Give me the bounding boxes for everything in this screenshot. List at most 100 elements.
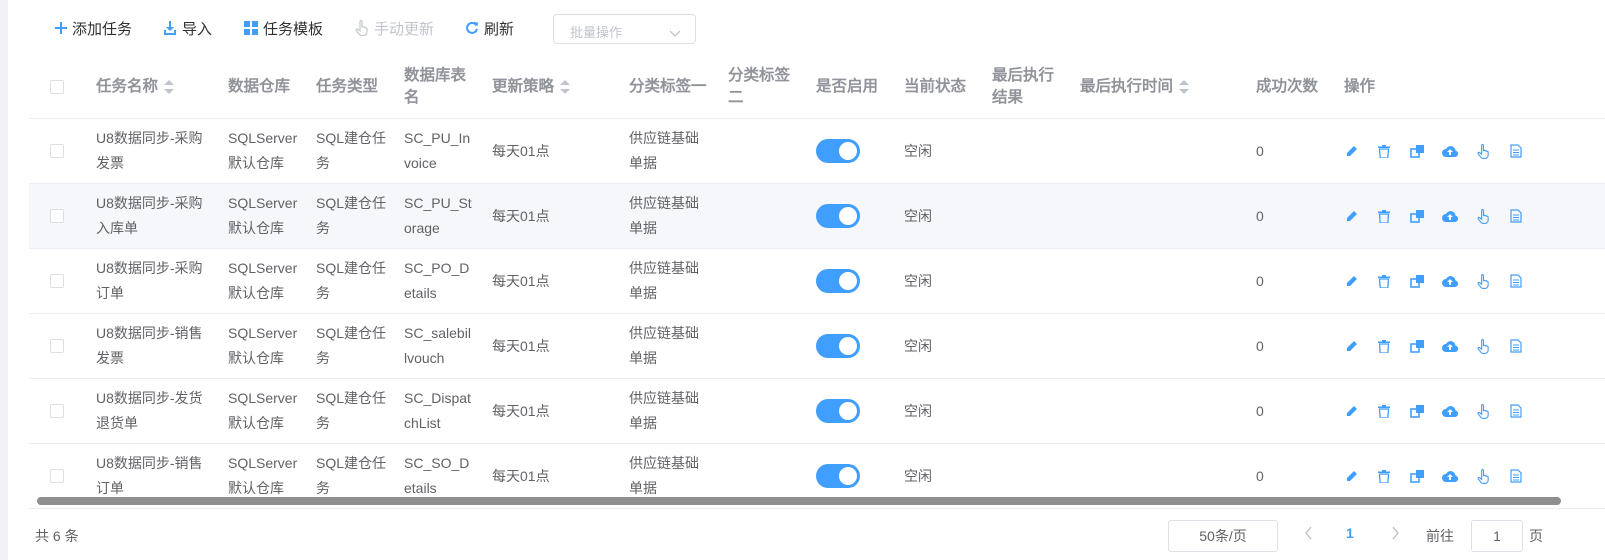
warehouse-line2: 默认仓库 xyxy=(228,480,284,496)
select-all-checkbox[interactable] xyxy=(50,80,64,94)
warehouse-line2: 默认仓库 xyxy=(228,220,284,236)
enabled-toggle[interactable] xyxy=(816,204,860,228)
edit-icon[interactable] xyxy=(1343,468,1359,484)
document-icon[interactable] xyxy=(1508,208,1524,224)
enabled-toggle[interactable] xyxy=(816,334,860,358)
row-checkbox[interactable] xyxy=(50,339,64,353)
col-db-table-label: 数据库表名 xyxy=(404,65,466,109)
enabled-cell xyxy=(816,119,860,183)
task-name-cell: U8数据同步-采购 入库单 xyxy=(96,184,203,248)
toggle-knob xyxy=(839,207,857,225)
scrollbar-thumb[interactable] xyxy=(37,497,1561,505)
delete-icon[interactable] xyxy=(1376,403,1392,419)
sort-icon[interactable] xyxy=(164,78,175,96)
sort-icon[interactable] xyxy=(560,78,571,96)
enabled-toggle[interactable] xyxy=(816,399,860,423)
prev-page-icon[interactable] xyxy=(1304,526,1313,545)
enabled-toggle[interactable] xyxy=(816,139,860,163)
task-template-button[interactable]: 任务模板 xyxy=(244,17,323,39)
db-table-cell: SC_PO_D etails xyxy=(404,249,469,313)
hand-pointer-icon[interactable] xyxy=(1475,403,1491,419)
warehouse-line2: 默认仓库 xyxy=(228,155,284,171)
success-count-cell: 0 xyxy=(1256,207,1264,224)
col-status: 当前状态 xyxy=(904,56,966,118)
edit-icon[interactable] xyxy=(1343,208,1359,224)
hand-pointer-icon[interactable] xyxy=(1475,273,1491,289)
enabled-toggle[interactable] xyxy=(816,269,860,293)
col-warehouse-label: 数据仓库 xyxy=(228,78,291,95)
col-strategy[interactable]: 更新策略 xyxy=(492,56,571,118)
current-page[interactable]: 1 xyxy=(1346,525,1354,541)
col-last-time[interactable]: 最后执行时间 xyxy=(1080,56,1190,118)
cloud-upload-icon[interactable] xyxy=(1442,208,1458,224)
edit-icon[interactable] xyxy=(1343,273,1359,289)
delete-icon[interactable] xyxy=(1376,338,1392,354)
copy-icon[interactable] xyxy=(1409,403,1425,419)
document-icon[interactable] xyxy=(1508,468,1524,484)
refresh-button[interactable]: 刷新 xyxy=(465,17,514,39)
success-count-cell: 0 xyxy=(1256,337,1264,354)
plus-icon xyxy=(55,22,67,34)
success-count-cell: 0 xyxy=(1256,272,1264,289)
copy-icon[interactable] xyxy=(1409,208,1425,224)
task-type-line1: SQL建仓任 xyxy=(316,390,387,406)
task-template-label: 任务模板 xyxy=(263,20,324,38)
row-checkbox[interactable] xyxy=(50,404,64,418)
cloud-upload-icon[interactable] xyxy=(1442,143,1458,159)
hand-pointer-icon[interactable] xyxy=(1475,208,1491,224)
cloud-upload-icon[interactable] xyxy=(1442,338,1458,354)
hand-pointer-icon[interactable] xyxy=(1475,143,1491,159)
ops-cell xyxy=(1343,249,1524,313)
cloud-upload-icon[interactable] xyxy=(1442,273,1458,289)
document-icon[interactable] xyxy=(1508,403,1524,419)
horizontal-scrollbar[interactable] xyxy=(37,497,1561,505)
manual-update-button[interactable]: 手动更新 xyxy=(355,17,434,39)
add-task-button[interactable]: 添加任务 xyxy=(55,17,132,39)
goto-page-input[interactable]: 1 xyxy=(1471,520,1523,552)
edit-icon[interactable] xyxy=(1343,403,1359,419)
db-table-line1: SC_PU_In xyxy=(404,130,471,146)
copy-icon[interactable] xyxy=(1409,273,1425,289)
col-last-result-line1: 最后执行 xyxy=(992,67,1055,84)
delete-icon[interactable] xyxy=(1376,273,1392,289)
batch-operation-select[interactable]: 批量操作 xyxy=(553,14,696,44)
strategy-cell: 每天01点 xyxy=(492,337,550,354)
next-page-icon[interactable] xyxy=(1391,526,1400,545)
status-cell: 空闲 xyxy=(904,272,932,289)
cloud-upload-icon[interactable] xyxy=(1442,403,1458,419)
cloud-upload-icon[interactable] xyxy=(1442,468,1458,484)
copy-icon[interactable] xyxy=(1409,468,1425,484)
hand-pointer-icon[interactable] xyxy=(1475,338,1491,354)
row-select-cell xyxy=(50,184,64,248)
db-table-line2: lvouch xyxy=(404,350,445,366)
row-checkbox[interactable] xyxy=(50,274,64,288)
edit-icon[interactable] xyxy=(1343,338,1359,354)
document-icon[interactable] xyxy=(1508,273,1524,289)
document-icon[interactable] xyxy=(1508,338,1524,354)
task-type-cell: SQL建仓任务 xyxy=(316,314,386,378)
row-checkbox[interactable] xyxy=(50,144,64,158)
edit-icon[interactable] xyxy=(1343,143,1359,159)
delete-icon[interactable] xyxy=(1376,208,1392,224)
enabled-cell xyxy=(816,184,860,248)
row-checkbox[interactable] xyxy=(50,469,64,483)
delete-icon[interactable] xyxy=(1376,143,1392,159)
delete-icon[interactable] xyxy=(1376,468,1392,484)
sort-icon[interactable] xyxy=(1179,78,1190,96)
document-icon[interactable] xyxy=(1508,143,1524,159)
enabled-toggle[interactable] xyxy=(816,464,860,488)
page-size-select[interactable]: 50条/页 xyxy=(1168,520,1278,552)
ops-cell xyxy=(1343,314,1524,378)
task-name-cell: U8数据同步-销售 发票 xyxy=(96,314,203,378)
col-enabled-label: 是否启用 xyxy=(816,78,879,95)
db-table-line2: etails xyxy=(404,285,437,301)
warehouse-cell: SQLServer 默认仓库 xyxy=(228,379,297,443)
row-checkbox[interactable] xyxy=(50,209,64,223)
copy-icon[interactable] xyxy=(1409,338,1425,354)
col-task-name[interactable]: 任务名称 xyxy=(96,56,175,118)
hand-pointer-icon[interactable] xyxy=(1475,468,1491,484)
col-tag2-label: 分类标签二 xyxy=(728,65,790,109)
import-button[interactable]: 导入 xyxy=(163,17,212,39)
copy-icon[interactable] xyxy=(1409,143,1425,159)
batch-operation-placeholder: 批量操作 xyxy=(570,25,623,40)
